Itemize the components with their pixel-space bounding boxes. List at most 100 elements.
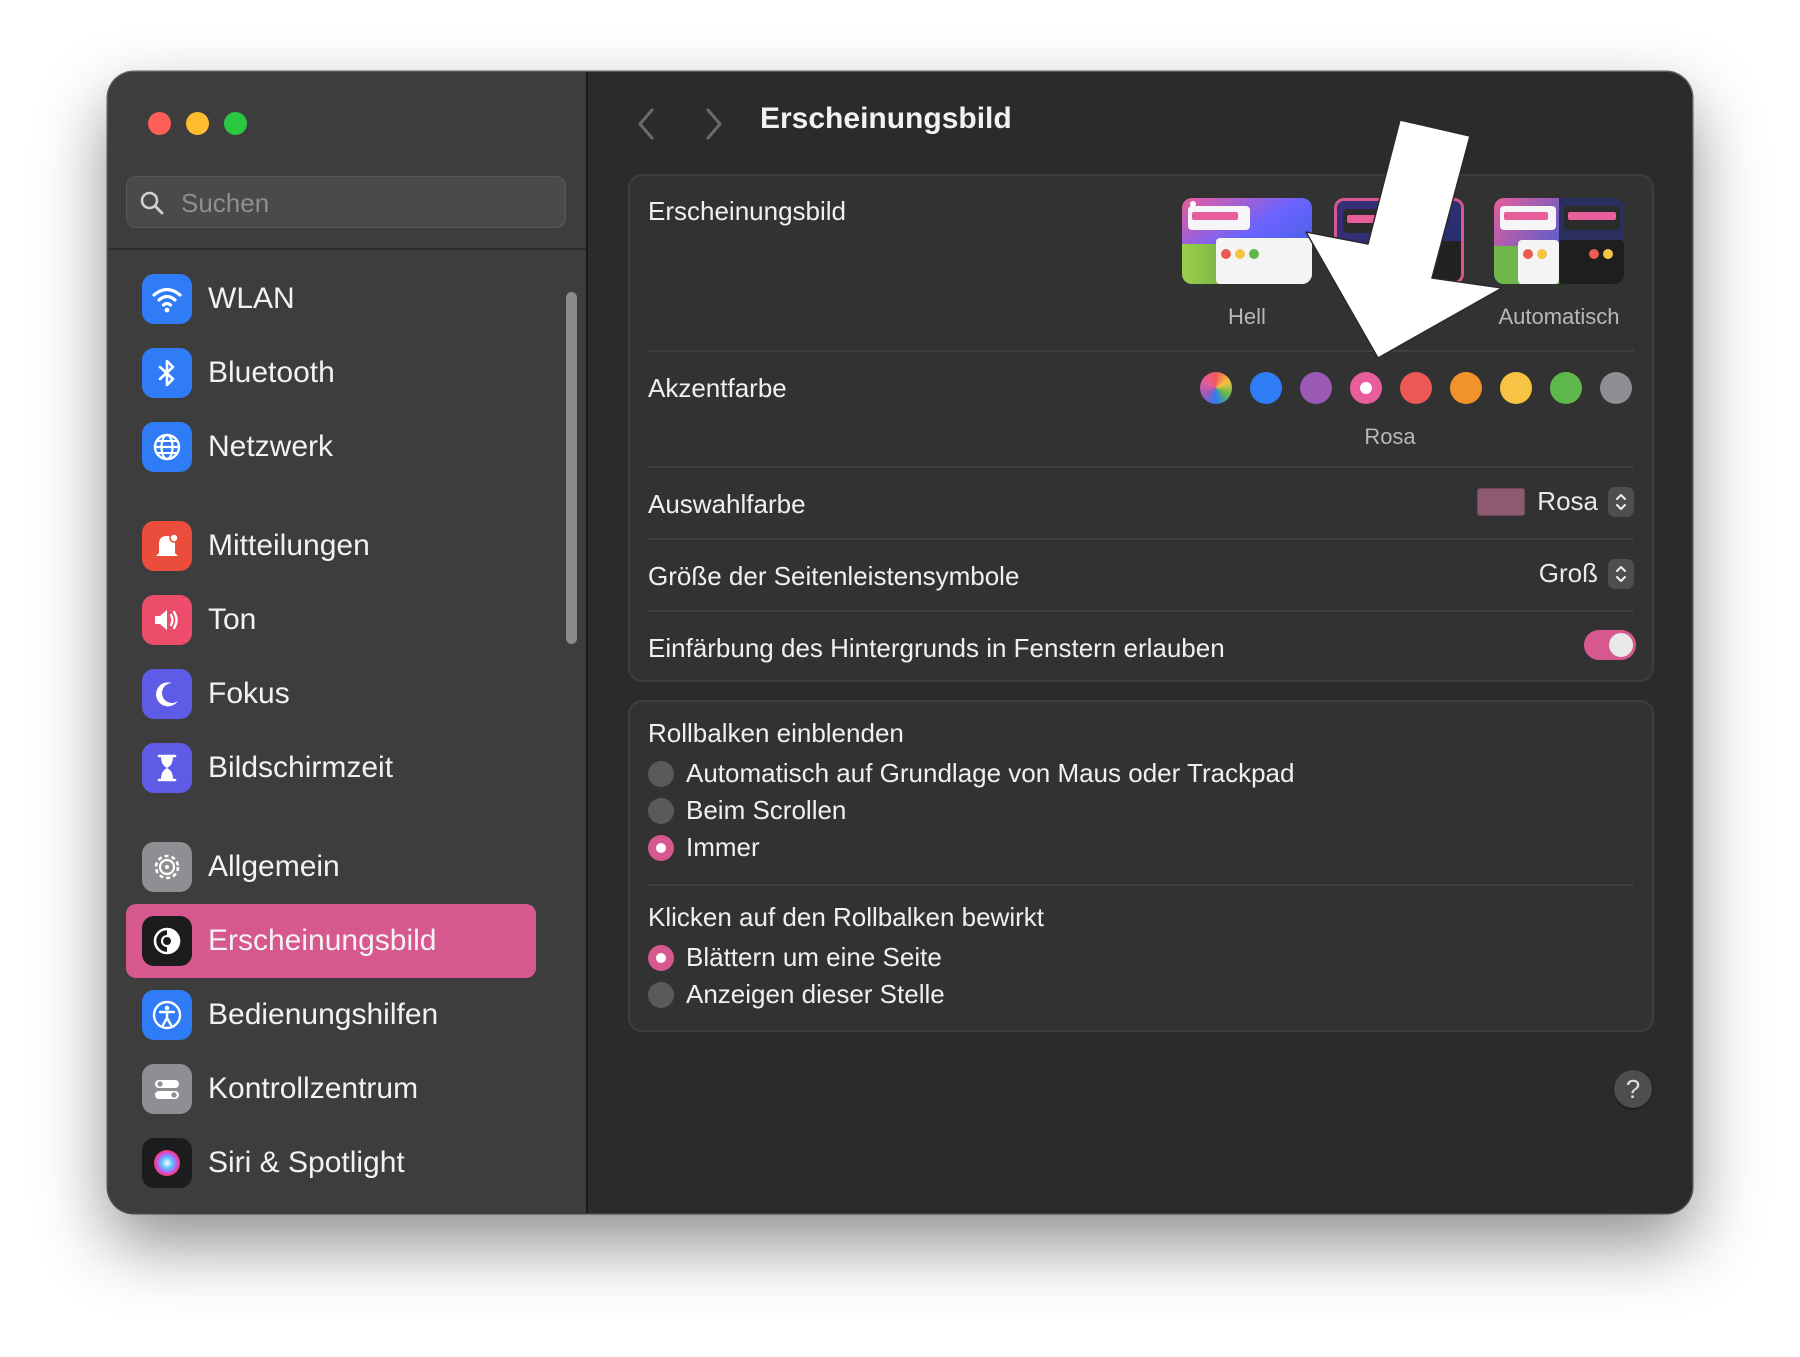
wifi-icon (142, 274, 192, 324)
traffic-lights (148, 112, 247, 135)
click-scroll-option-spot[interactable]: Anzeigen dieser Stelle (648, 979, 945, 1010)
radio-label: Beim Scrollen (686, 795, 847, 825)
accent-color-swatch[interactable] (1300, 372, 1332, 404)
row-separator (648, 538, 1634, 540)
show-scroll-bars-label: Rollbalken einblenden (648, 718, 904, 748)
sidebar-scrollbar[interactable] (566, 292, 577, 644)
appearance-option-dark[interactable] (1334, 198, 1464, 284)
accent-color-picker (1200, 372, 1632, 404)
sidebar-item-erscheinungsbild[interactable]: Erscheinungsbild (126, 904, 536, 978)
appearance-icon (142, 916, 192, 966)
accent-color-swatch[interactable] (1550, 372, 1582, 404)
zoom-button[interactable] (224, 112, 247, 135)
sidebar-icon-size-label: Größe der Seitenleistensymbole (648, 561, 1020, 591)
history-navigation (634, 104, 726, 144)
radio-label: Immer (686, 832, 760, 862)
accent-color-label: Akzentfarbe (648, 373, 787, 403)
radio-button[interactable] (648, 797, 674, 824)
gear-icon (142, 842, 192, 892)
radio-button[interactable] (648, 944, 674, 971)
sidebar-item-cut-off[interactable] (126, 1200, 536, 1213)
radio-label: Automatisch auf Grundlage von Maus oder … (686, 758, 1295, 788)
sidebar-nav: WLAN Bluetooth Netzwerk Mitteilungen Ton… (126, 262, 536, 1213)
radio-button[interactable] (648, 760, 674, 787)
wallpaper-tinting-label: Einfärbung des Hintergrunds in Fenstern … (648, 633, 1225, 663)
radio-button[interactable] (648, 834, 674, 861)
appearance-settings-group: Erscheinungsbild Hell Automatisch Akzent… (628, 174, 1654, 682)
search-icon (140, 191, 164, 215)
accessibility-icon (142, 990, 192, 1040)
sidebar-item-label: WLAN (208, 282, 295, 315)
close-button[interactable] (148, 112, 171, 135)
accent-color-swatch[interactable] (1450, 372, 1482, 404)
appearance-option-label: Automatisch (1498, 304, 1620, 329)
row-separator (648, 610, 1634, 612)
click-scroll-option-page[interactable]: Blättern um eine Seite (648, 942, 942, 973)
scroll-bars-option-auto[interactable]: Automatisch auf Grundlage von Maus oder … (648, 758, 1294, 789)
radio-label: Anzeigen dieser Stelle (686, 979, 945, 1009)
wallpaper-tinting-toggle[interactable] (1584, 630, 1636, 660)
settings-window: WLAN Bluetooth Netzwerk Mitteilun (108, 72, 1692, 1213)
speaker-icon (142, 595, 192, 645)
toggle-knob (1609, 633, 1633, 657)
back-chevron-icon[interactable] (634, 104, 658, 144)
hourglass-icon (142, 743, 192, 793)
search-field[interactable] (126, 176, 566, 229)
highlight-color-swatch (1477, 487, 1526, 516)
auto-thumbnail-icon (1494, 198, 1624, 284)
sidebar-item-netzwerk[interactable]: Netzwerk (126, 410, 536, 484)
sidebar-item-fokus[interactable]: Fokus (126, 657, 536, 731)
sidebar-item-label: Bedienungshilfen (208, 998, 439, 1031)
sidebar-item-bluetooth[interactable]: Bluetooth (126, 336, 536, 410)
sidebar-item-label: Siri & Spotlight (208, 1146, 405, 1179)
appearance-option-auto[interactable] (1494, 198, 1624, 284)
sidebar-item-label: Allgemein (208, 850, 340, 883)
sidebar-item-label: Bluetooth (208, 356, 335, 389)
sidebar-item-ton[interactable]: Ton (126, 583, 536, 657)
accent-color-swatch[interactable] (1250, 372, 1282, 404)
sidebar-item-label: Ton (208, 603, 257, 636)
light-thumbnail-icon (1182, 198, 1312, 284)
accent-color-swatch[interactable] (1350, 372, 1382, 404)
sidebar-item-siri-spotlight[interactable]: Siri & Spotlight (126, 1126, 536, 1200)
highlight-color-value: Rosa (1537, 486, 1598, 516)
help-button[interactable]: ? (1614, 1070, 1652, 1108)
sidebar-item-mitteilungen[interactable]: Mitteilungen (126, 509, 536, 583)
sidebar-item-label: Bildschirmzeit (208, 751, 394, 784)
sidebar-item-label: Kontrollzentrum (208, 1072, 419, 1105)
sidebar: WLAN Bluetooth Netzwerk Mitteilun (108, 72, 588, 1213)
siri-icon (142, 1138, 192, 1188)
sidebar-icon-size-popup[interactable]: Groß (1539, 558, 1634, 589)
appearance-option-light[interactable] (1182, 198, 1312, 284)
scroll-bars-option-scrolling[interactable]: Beim Scrollen (648, 795, 846, 826)
scroll-bars-option-always[interactable]: Immer (648, 832, 760, 863)
sidebar-item-label: Mitteilungen (208, 529, 370, 562)
sidebar-item-bildschirmzeit[interactable]: Bildschirmzeit (126, 731, 536, 805)
sidebar-item-wlan[interactable]: WLAN (126, 262, 536, 336)
accent-color-swatch[interactable] (1600, 372, 1632, 404)
minimize-button[interactable] (186, 112, 209, 135)
sidebar-item-bedienungshilfen[interactable]: Bedienungshilfen (126, 978, 536, 1052)
accent-color-swatch[interactable] (1400, 372, 1432, 404)
dark-thumbnail-icon (1337, 201, 1461, 281)
sidebar-divider (108, 248, 586, 250)
bell-icon (142, 521, 192, 571)
moon-icon (142, 669, 192, 719)
appearance-option-label: Hell (1228, 304, 1266, 329)
row-separator (648, 350, 1634, 352)
forward-chevron-icon[interactable] (702, 104, 726, 144)
highlight-color-popup[interactable]: Rosa (1477, 486, 1634, 517)
sidebar-item-kontrollzentrum[interactable]: Kontrollzentrum (126, 1052, 536, 1126)
chevron-updown-icon (1608, 486, 1634, 517)
radio-button[interactable] (648, 981, 674, 1008)
search-input[interactable] (179, 177, 553, 229)
row-separator (648, 884, 1634, 886)
accent-color-swatch[interactable] (1200, 372, 1232, 404)
sidebar-item-label: Netzwerk (208, 430, 334, 463)
row-separator (648, 466, 1634, 468)
accent-color-swatch[interactable] (1500, 372, 1532, 404)
highlight-color-label: Auswahlfarbe (648, 489, 806, 519)
control-center-icon (142, 1064, 192, 1114)
sidebar-item-allgemein[interactable]: Allgemein (126, 830, 536, 904)
